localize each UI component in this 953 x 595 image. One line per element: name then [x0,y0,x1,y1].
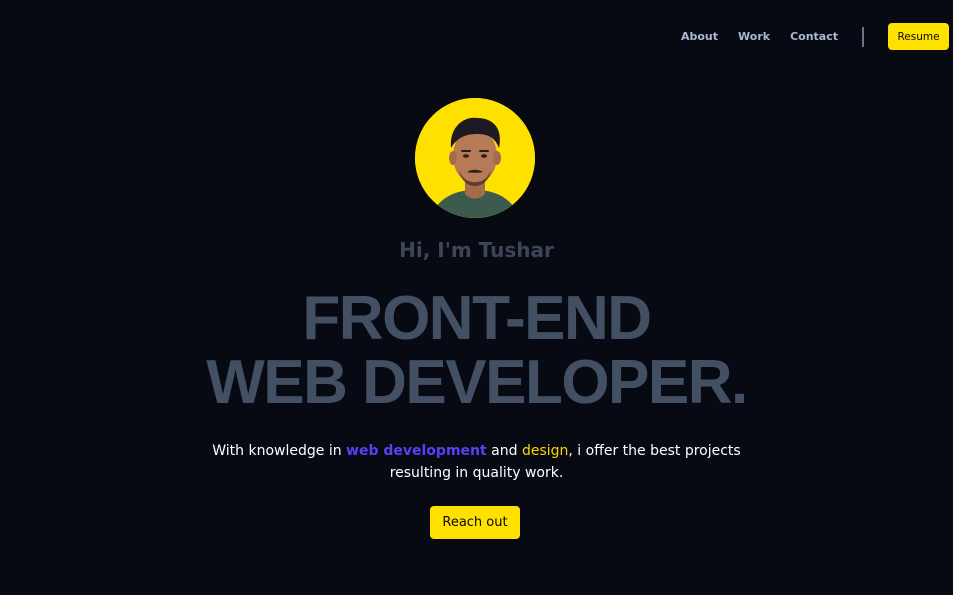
nav-link-contact[interactable]: Contact [790,30,838,43]
tagline-text-4: resulting in quality work. [389,465,564,481]
tagline-text-2: and [486,443,522,459]
greeting: Hi, I'm Tushar [399,238,554,262]
hero-headline: FRONT-END WEB DEVELOPER. [0,287,953,415]
top-nav: About Work Contact Resume [681,23,949,50]
profile-photo-icon [415,98,535,218]
nav-link-about[interactable]: About [681,30,718,43]
tagline-highlight-design: design [521,443,569,459]
nav-link-work[interactable]: Work [738,30,770,43]
page: About Work Contact Resume Hi, I'm Tushar… [0,0,953,595]
headline-line-2: WEB DEVELOPER. [206,348,748,417]
avatar [415,98,535,218]
resume-button[interactable]: Resume [888,23,949,50]
headline-line-1: FRONT-END [302,284,652,353]
reach-out-button[interactable]: Reach out [430,506,520,539]
tagline-text-1: With knowledge in [212,443,347,459]
hero-tagline: With knowledge in web development and de… [0,440,953,484]
tagline-text-3: , i offer the best projects [568,443,741,459]
nav-divider [862,26,864,47]
tagline-highlight-web-development: web development [346,443,487,459]
